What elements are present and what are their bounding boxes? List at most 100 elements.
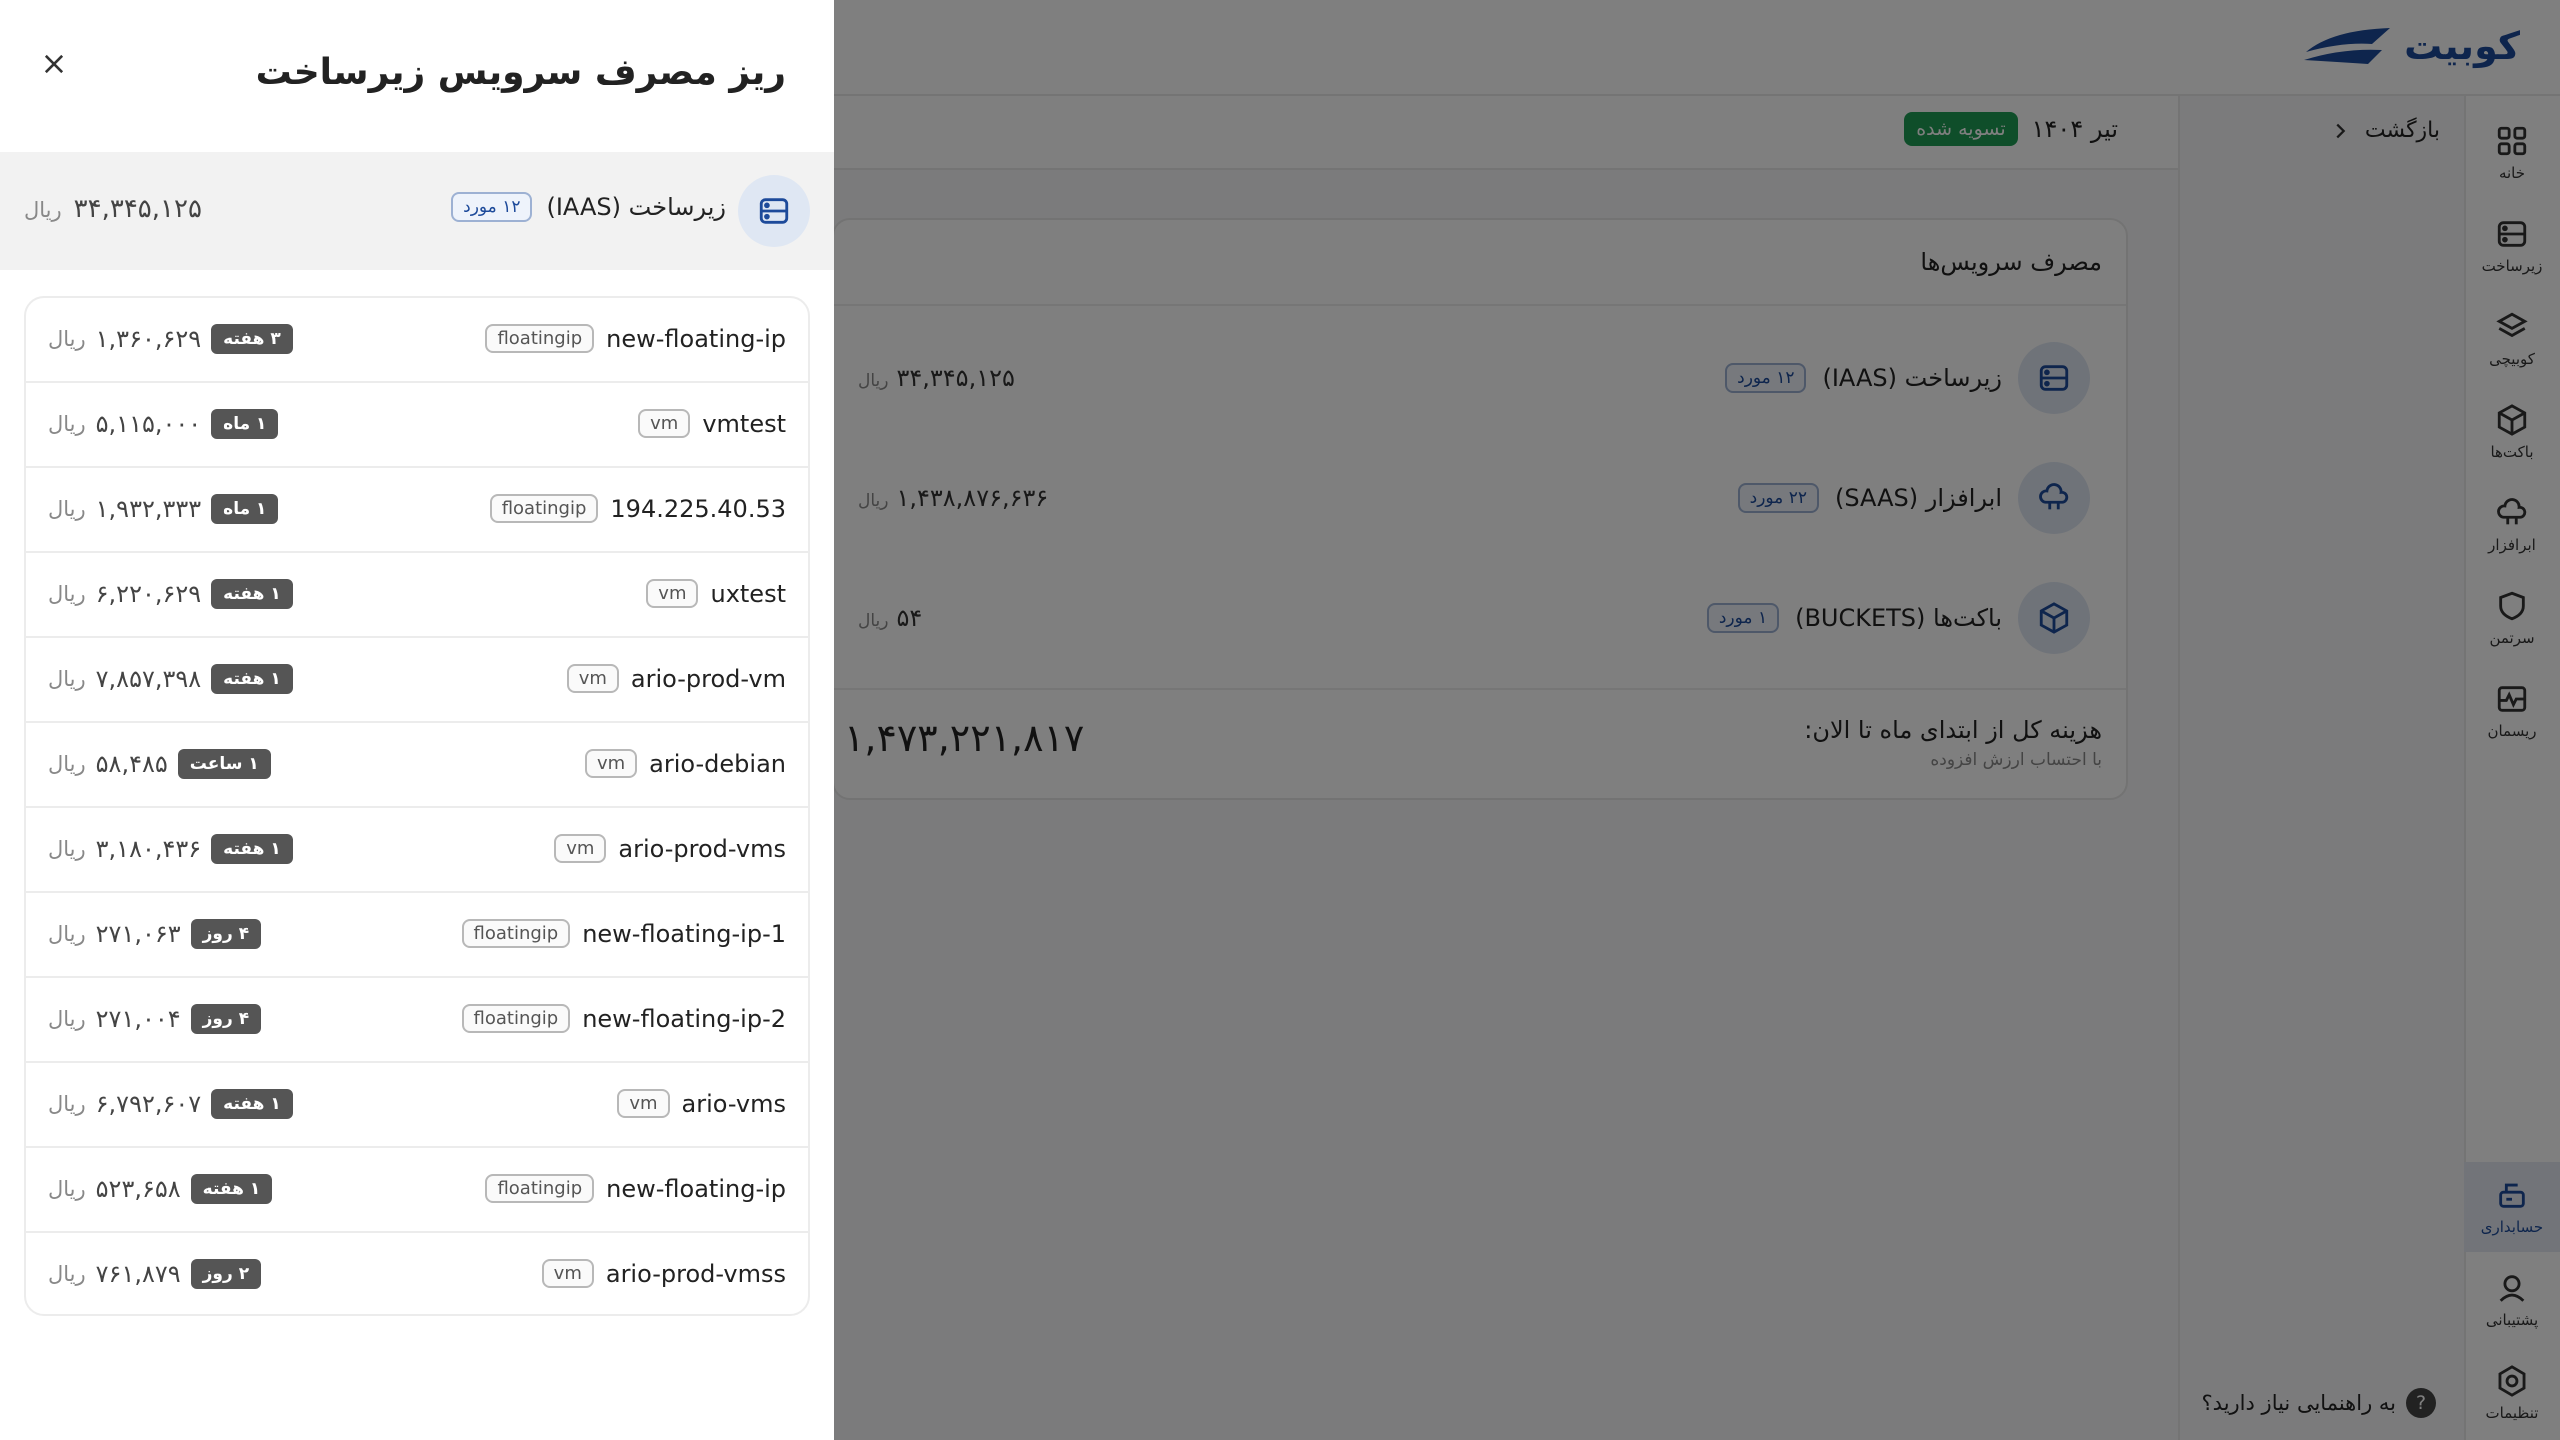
resource-name-cell: new-floating-ip floatingip	[485, 1174, 786, 1203]
list-item[interactable]: new-floating-ip-1 floatingip ۴ روز ۲۷۱,۰…	[26, 893, 808, 978]
resource-cost-cell: ۱ هفته ۳,۱۸۰,۴۳۶ ریال	[48, 834, 293, 864]
duration-badge: ۱ ماه	[211, 494, 279, 524]
duration-badge: ۴ روز	[190, 1004, 262, 1034]
resource-name: new-floating-ip	[606, 1174, 786, 1203]
resource-type-tag: floatingip	[461, 919, 571, 948]
amount-value: ۵,۱۱۵,۰۰۰	[95, 410, 202, 438]
resource-cost-cell: ۱ هفته ۵۲۳,۶۵۸ ریال	[48, 1174, 273, 1204]
item-count-badge: ۱۲ مورد	[451, 192, 533, 222]
resource-name-cell: ario-prod-vm vm	[566, 664, 786, 693]
resource-name: new-floating-ip	[606, 324, 786, 353]
resource-list: new-floating-ip floatingip ۳ هفته ۱,۳۶۰,…	[24, 296, 810, 1316]
duration-badge: ۳ هفته	[211, 324, 293, 354]
resource-cost-cell: ۱ ساعت ۵۸,۴۸۵ ریال	[48, 749, 271, 779]
resource-type-tag: vm	[541, 1259, 594, 1288]
close-icon	[44, 54, 64, 74]
drawer-title: ریز مصرف سرویس زیرساخت	[255, 52, 786, 93]
duration-badge: ۱ ماه	[211, 409, 279, 439]
currency-label: ریال	[48, 1262, 86, 1286]
currency-label: ریال	[48, 1092, 86, 1116]
list-item[interactable]: ario-prod-vm vm ۱ هفته ۷,۸۵۷,۳۹۸ ریال	[26, 638, 808, 723]
list-item[interactable]: new-floating-ip floatingip ۱ هفته ۵۲۳,۶۵…	[26, 1148, 808, 1233]
list-item[interactable]: new-floating-ip-2 floatingip ۴ روز ۲۷۱,۰…	[26, 978, 808, 1063]
resource-cost-cell: ۱ هفته ۶,۲۲۰,۶۲۹ ریال	[48, 579, 293, 609]
resource-name-cell: ario-debian vm	[584, 749, 786, 778]
resource-cost-cell: ۳ هفته ۱,۳۶۰,۶۲۹ ریال	[48, 324, 293, 354]
resource-name: ario-debian	[649, 749, 786, 778]
resource-type-tag: floatingip	[485, 1174, 595, 1203]
amount-value: ۲۷۱,۰۰۴	[95, 1005, 181, 1033]
resource-name-cell: new-floating-ip floatingip	[485, 324, 786, 353]
currency-label: ریال	[48, 752, 86, 776]
currency-label: ریال	[48, 327, 86, 351]
duration-badge: ۱ هفته	[190, 1174, 273, 1204]
currency-label: ریال	[48, 412, 86, 436]
resource-name-cell: uxtest vm	[646, 579, 786, 608]
duration-badge: ۴ روز	[190, 919, 262, 949]
resource-name-cell: ario-prod-vmss vm	[541, 1259, 786, 1288]
amount-value: ۱,۹۳۲,۳۳۳	[95, 495, 202, 523]
duration-badge: ۱ ساعت	[177, 749, 271, 779]
list-item[interactable]: new-floating-ip floatingip ۳ هفته ۱,۳۶۰,…	[26, 298, 808, 383]
server-icon	[738, 175, 810, 247]
duration-badge: ۱ هفته	[211, 1089, 293, 1119]
currency-label: ریال	[48, 582, 86, 606]
amount-value: ۳۴,۳۴۵,۱۲۵	[73, 194, 202, 224]
amount-value: ۱,۳۶۰,۶۲۹	[95, 325, 202, 353]
amount-value: ۵۲۳,۶۵۸	[95, 1175, 181, 1203]
currency-label: ریال	[48, 667, 86, 691]
list-item[interactable]: ario-prod-vmss vm ۲ روز ۷۶۱,۸۷۹ ریال	[26, 1233, 808, 1314]
summary-amount: ۳۴,۳۴۵,۱۲۵ ریال	[24, 194, 202, 224]
resource-name-cell: 194.225.40.53 floatingip	[489, 494, 786, 523]
amount-value: ۳,۱۸۰,۴۳۶	[95, 835, 202, 863]
resource-type-tag: floatingip	[461, 1004, 571, 1033]
amount-value: ۷,۸۵۷,۳۹۸	[95, 665, 202, 693]
list-item[interactable]: 194.225.40.53 floatingip ۱ ماه ۱,۹۳۲,۳۳۳…	[26, 468, 808, 553]
summary-title: زیرساخت (IAAS) ۱۲ مورد	[451, 192, 726, 222]
resource-type-tag: vm	[638, 409, 691, 438]
resource-cost-cell: ۱ هفته ۶,۷۹۲,۶۰۷ ریال	[48, 1089, 293, 1119]
resource-type-tag: vm	[584, 749, 638, 778]
resource-type-tag: floatingip	[485, 324, 595, 353]
resource-name-cell: vmtest vm	[638, 409, 786, 438]
currency-label: ریال	[48, 837, 86, 861]
duration-badge: ۱ هفته	[211, 834, 293, 864]
usage-detail-drawer: ریز مصرف سرویس زیرساخت زیرساخت (IAAS) ۱۲…	[0, 0, 834, 1440]
resource-type-tag: vm	[554, 834, 607, 863]
service-name: زیرساخت (IAAS)	[546, 193, 726, 221]
resource-cost-cell: ۴ روز ۲۷۱,۰۰۴ ریال	[48, 1004, 262, 1034]
list-item[interactable]: ario-debian vm ۱ ساعت ۵۸,۴۸۵ ریال	[26, 723, 808, 808]
resource-cost-cell: ۱ ماه ۱,۹۳۲,۳۳۳ ریال	[48, 494, 279, 524]
resource-type-tag: vm	[646, 579, 699, 608]
amount-value: ۶,۷۹۲,۶۰۷	[95, 1090, 202, 1118]
resource-name-cell: new-floating-ip-2 floatingip	[461, 1004, 786, 1033]
amount-value: ۲۷۱,۰۶۳	[95, 920, 181, 948]
amount-value: ۶,۲۲۰,۶۲۹	[95, 580, 202, 608]
currency-label: ریال	[24, 198, 62, 222]
currency-label: ریال	[48, 497, 86, 521]
resource-name: ario-prod-vm	[630, 664, 786, 693]
resource-name: ario-vms	[681, 1089, 786, 1118]
resource-type-tag: floatingip	[489, 494, 599, 523]
resource-cost-cell: ۲ روز ۷۶۱,۸۷۹ ریال	[48, 1259, 262, 1289]
resource-name-cell: ario-prod-vms vm	[554, 834, 786, 863]
list-item[interactable]: uxtest vm ۱ هفته ۶,۲۲۰,۶۲۹ ریال	[26, 553, 808, 638]
resource-name: 194.225.40.53	[610, 494, 786, 523]
resource-name: ario-prod-vmss	[605, 1259, 786, 1288]
resource-name: ario-prod-vms	[618, 834, 786, 863]
currency-label: ریال	[48, 1177, 86, 1201]
resource-name-cell: ario-vms vm	[617, 1089, 786, 1118]
list-item[interactable]: ario-prod-vms vm ۱ هفته ۳,۱۸۰,۴۳۶ ریال	[26, 808, 808, 893]
resource-cost-cell: ۴ روز ۲۷۱,۰۶۳ ریال	[48, 919, 262, 949]
resource-type-tag: vm	[566, 664, 619, 693]
resource-name: uxtest	[710, 579, 786, 608]
currency-label: ریال	[48, 1007, 86, 1031]
resource-name: vmtest	[702, 409, 786, 438]
duration-badge: ۱ هفته	[211, 664, 293, 694]
list-item[interactable]: vmtest vm ۱ ماه ۵,۱۱۵,۰۰۰ ریال	[26, 383, 808, 468]
close-button[interactable]	[36, 46, 72, 82]
resource-name: new-floating-ip-1	[582, 919, 786, 948]
amount-value: ۵۸,۴۸۵	[95, 750, 168, 778]
duration-badge: ۱ هفته	[211, 579, 293, 609]
list-item[interactable]: ario-vms vm ۱ هفته ۶,۷۹۲,۶۰۷ ریال	[26, 1063, 808, 1148]
